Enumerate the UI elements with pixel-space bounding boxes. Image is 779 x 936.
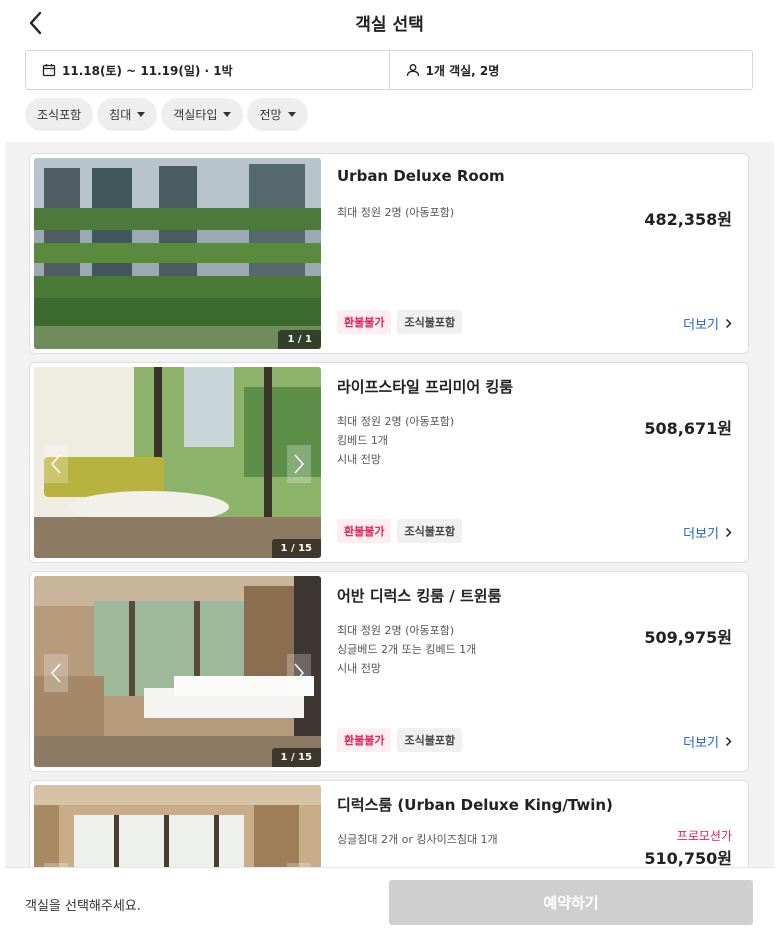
nonrefundable-badge: 환불불가 [337,310,392,334]
bottom-bar: 객실을 선택해주세요. 예약하기 [5,867,774,936]
page-title: 객실 선택 [355,15,424,35]
nonrefundable-badge: 환불불가 [337,728,392,752]
chevron-left-icon [50,663,61,683]
more-label: 더보기 [683,527,719,542]
room-name[interactable]: 디럭스룸 (Urban Deluxe King/Twin) [337,794,613,815]
room-badges: 환불불가 조식불포함 [337,728,463,752]
room-price: 509,975원 [644,628,732,647]
deluxe-room-image [34,785,321,868]
person-icon [406,64,419,77]
reserve-button[interactable]: 예약하기 [389,880,753,925]
room-photo[interactable]: 1 / 15 [34,367,321,558]
room-name[interactable]: 라이프스타일 프리미어 킹룸 [337,376,513,397]
photo-counter: 1 / 1 [278,330,321,349]
twin-room-image [34,576,321,767]
top-bar: 객실 선택 [0,0,779,44]
chevron-right-icon [725,527,732,538]
more-link[interactable]: 더보기 [683,732,732,751]
room-detail-line: 싱글침대 2개 or 킹사이즈침대 1개 [337,833,498,846]
guests-text: 1개 객실, 2명 [425,63,500,78]
breakfast-badge: 조식불포함 [397,519,463,543]
filter-view[interactable]: 전망 [247,98,308,131]
room-detail-line: 최대 정원 2명 (아동포함) [337,415,455,428]
nonrefundable-badge: 환불불가 [337,519,392,543]
room-details: 최대 정원 2명 (아동포함) [337,203,454,222]
photo-prev-button[interactable] [44,445,68,483]
room-name[interactable]: Urban Deluxe Room [337,167,505,185]
room-card[interactable]: 1 / 15 어반 디럭스 킹룸 / 트윈룸 최대 정원 2명 (아동포함) 싱… [29,571,749,772]
room-badges: 환불불가 조식불포함 [337,310,463,334]
photo-counter: 1 / 15 [271,539,321,558]
caret-down-icon [137,112,146,117]
room-detail-line: 싱글베드 2개 또는 킹베드 1개 [337,643,477,656]
room-photo[interactable]: 1 / 1 [34,158,321,349]
guest-selector[interactable]: 1개 객실, 2명 [388,51,753,89]
date-selector[interactable]: 11.18(토) ~ 11.19(일) · 1박 [26,51,389,89]
chevron-left-icon [50,454,61,474]
breakfast-badge: 조식불포함 [397,728,463,752]
room-price: 482,358원 [644,210,732,229]
room-card[interactable]: 1 / 1 Urban Deluxe Room 최대 정원 2명 (아동포함) … [29,153,749,354]
calendar-icon [42,64,56,77]
search-summary: 11.18(토) ~ 11.19(일) · 1박 1개 객실, 2명 [25,50,753,90]
room-details: 최대 정원 2명 (아동포함) 킹베드 1개 시내 전망 [337,412,454,469]
filter-bed[interactable]: 침대 [97,98,158,131]
chip-label: 객실타입 [173,108,218,122]
more-label: 더보기 [683,318,719,333]
room-detail-line: 시내 전망 [337,662,381,675]
caret-down-icon [223,112,232,117]
more-link[interactable]: 더보기 [683,523,732,542]
room-card[interactable]: 1 / 15 라이프스타일 프리미어 킹룸 최대 정원 2명 (아동포함) 킹베… [29,362,749,563]
room-badges: 환불불가 조식불포함 [337,519,463,543]
caret-down-icon [287,112,296,117]
room-detail-line: 최대 정원 2명 (아동포함) [337,206,455,219]
promo-price-label: 프로모션가 [676,829,732,843]
filter-bar: 조식포함 침대 객실타입 전망 [25,98,308,131]
chip-label: 조식포함 [37,108,82,122]
filter-room-type[interactable]: 객실타입 [161,98,244,131]
chevron-right-icon [725,736,732,747]
lifestyle-room-image [34,367,321,558]
photo-prev-button[interactable] [44,654,68,692]
room-price: 508,671원 [644,419,732,438]
room-name[interactable]: 어반 디럭스 킹룸 / 트윈룸 [337,585,501,606]
more-link[interactable]: 더보기 [683,314,732,333]
room-detail-line: 시내 전망 [337,453,381,466]
date-range-text: 11.18(토) ~ 11.19(일) · 1박 [62,63,233,78]
hotel-exterior-image [34,158,321,349]
room-detail-line: 최대 정원 2명 (아동포함) [337,624,455,637]
room-details: 싱글침대 2개 or 킹사이즈침대 1개 [337,830,498,849]
photo-next-button[interactable] [287,654,311,692]
room-price: 510,750원 [644,849,732,868]
chevron-right-icon [294,454,305,474]
chip-label: 전망 [259,108,282,122]
room-details: 최대 정원 2명 (아동포함) 싱글베드 2개 또는 킹베드 1개 시내 전망 [337,621,476,678]
room-card[interactable]: 디럭스룸 (Urban Deluxe King/Twin) 싱글침대 2개 or… [29,780,749,868]
selection-message: 객실을 선택해주세요. [25,899,141,914]
chevron-right-icon [294,663,305,683]
photo-counter: 1 / 15 [271,748,321,767]
chip-label: 침대 [109,108,132,122]
room-photo[interactable] [34,785,321,868]
chevron-right-icon [725,318,732,329]
room-detail-line: 킹베드 1개 [337,434,388,447]
room-photo[interactable]: 1 / 15 [34,576,321,767]
filter-breakfast[interactable]: 조식포함 [25,98,94,131]
more-label: 더보기 [683,736,719,751]
photo-next-button[interactable] [287,445,311,483]
room-list[interactable]: 1 / 1 Urban Deluxe Room 최대 정원 2명 (아동포함) … [5,142,774,868]
breakfast-badge: 조식불포함 [397,310,463,334]
